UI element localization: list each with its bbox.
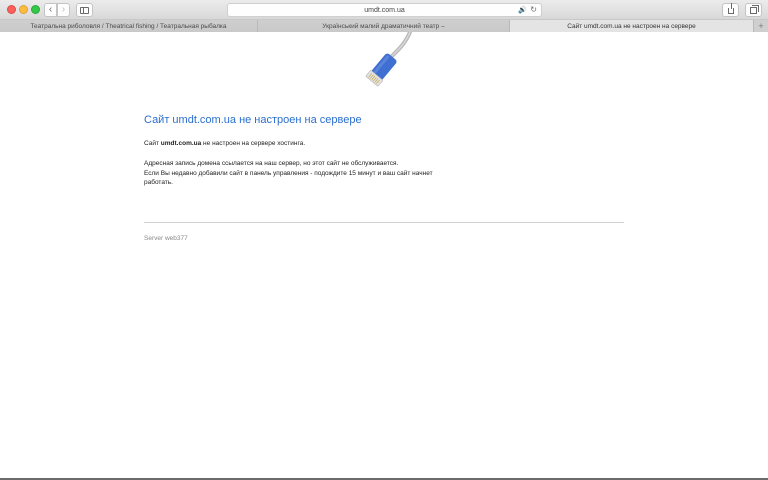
- explanation-line-1: Адресная запись домена ссылается на наш …: [144, 160, 399, 167]
- network-cable-icon: [365, 32, 412, 87]
- chevron-right-icon: ›: [61, 4, 66, 15]
- browser-titlebar: ‹ › umdt.com.ua 🔊 ↻: [0, 0, 768, 20]
- page-title: Сайт umdt.com.ua не настроен на сервере: [144, 114, 362, 126]
- sidebar-toggle-button[interactable]: [76, 3, 93, 17]
- plus-icon: +: [758, 21, 764, 31]
- server-label: Server web377: [144, 235, 188, 242]
- forward-button[interactable]: ›: [57, 3, 70, 17]
- explanation-line-2: Если Вы недавно добавили сайт в панель у…: [144, 169, 433, 187]
- sidebar-icon: [80, 6, 89, 14]
- address-text: umdt.com.ua: [364, 6, 405, 14]
- tab-strip: Театральна риболовля / Theatrical fishin…: [0, 20, 768, 32]
- share-icon: [727, 3, 734, 14]
- hosting-notice: Сайт umdt.com.ua не настроен на сервере …: [144, 140, 305, 147]
- share-button[interactable]: [722, 3, 739, 17]
- tab-current-site[interactable]: Сайт umdt.com.ua не настроен на сервере: [510, 20, 754, 32]
- notice-suffix: не настроен на сервере хостинга.: [201, 140, 306, 147]
- notice-prefix: Сайт: [144, 140, 161, 147]
- tab-theatrical-fishing[interactable]: Театральна риболовля / Theatrical fishin…: [0, 20, 258, 32]
- divider: [144, 222, 624, 223]
- notice-domain: umdt.com.ua: [160, 140, 202, 147]
- tab-ukrainian-theatre[interactable]: Український малий драматичний театр –: [258, 20, 510, 32]
- minimize-window-button[interactable]: [19, 5, 28, 14]
- tabs-overview-button[interactable]: [745, 3, 762, 17]
- reload-icon[interactable]: ↻: [530, 5, 537, 14]
- close-window-button[interactable]: [7, 5, 16, 14]
- back-button[interactable]: ‹: [44, 3, 57, 17]
- zoom-window-button[interactable]: [31, 5, 40, 14]
- address-bar[interactable]: umdt.com.ua 🔊 ↻: [227, 3, 542, 17]
- tabs-overview-icon: [750, 4, 759, 14]
- speaker-icon[interactable]: 🔊: [518, 6, 527, 14]
- new-tab-button[interactable]: +: [754, 20, 768, 32]
- explanation-paragraph: Адресная запись домена ссылается на наш …: [144, 159, 444, 188]
- chevron-left-icon: ‹: [48, 4, 53, 15]
